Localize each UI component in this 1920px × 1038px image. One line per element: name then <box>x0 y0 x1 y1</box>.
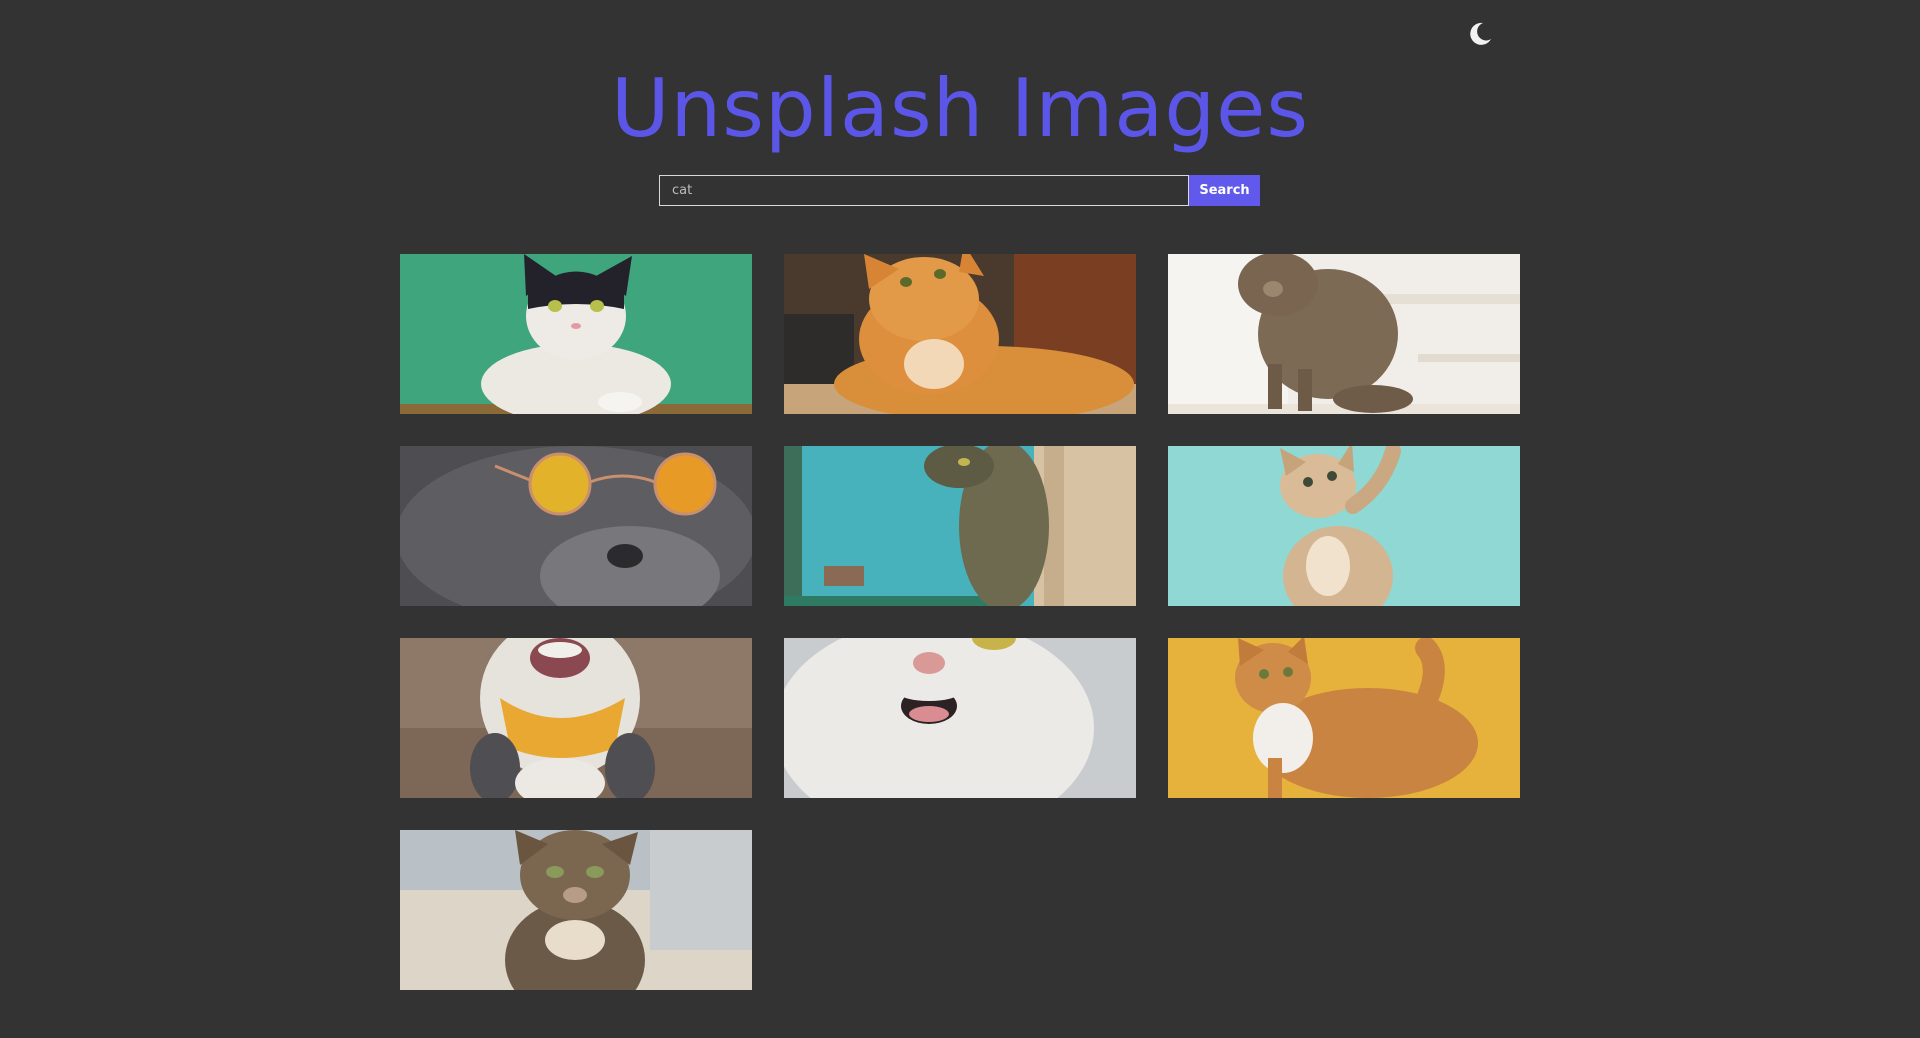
moon-icon[interactable] <box>1464 18 1494 48</box>
search-form: Search <box>659 175 1260 206</box>
image-result[interactable] <box>400 638 752 798</box>
image-result[interactable] <box>1168 446 1520 606</box>
image-result[interactable] <box>400 254 752 414</box>
page: Unsplash Images Search <box>0 0 1920 1038</box>
page-title: Unsplash Images <box>610 62 1309 155</box>
search-button[interactable]: Search <box>1189 175 1260 206</box>
image-result[interactable] <box>1168 638 1520 798</box>
image-result[interactable] <box>400 446 752 606</box>
image-result[interactable] <box>784 254 1136 414</box>
image-grid <box>400 254 1520 990</box>
search-input[interactable] <box>659 175 1189 206</box>
image-result[interactable] <box>784 638 1136 798</box>
image-result[interactable] <box>400 830 752 990</box>
image-result[interactable] <box>1168 254 1520 414</box>
image-result[interactable] <box>784 446 1136 606</box>
